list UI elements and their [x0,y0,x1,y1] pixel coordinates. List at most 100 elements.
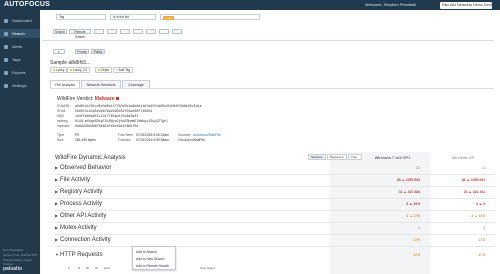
private-toggle[interactable]: Private [75,49,89,54]
menu-add-to-search[interactable]: Add to Search [136,250,157,254]
imphash-value[interactable]: 9b6d2d6e8d6f0e61bfa0c46e2c6bbf0e [75,124,138,128]
paloalto-logo: paloalto [3,266,23,272]
ssdeep-row: ssdeep 6144:mVdqeSDkpT8LRNyxGjNdZSbmm5TeW… [57,119,168,123]
remote-search-button[interactable]: Remote Search [69,29,91,39]
row-mutex-activity[interactable]: ▶ Mutex Activity [55,225,97,231]
sidebar-item-dashboard[interactable]: Dashboard [0,16,40,25]
row-file-activity[interactable]: ▶ File Activity [55,177,90,183]
md5-row: MD5 1d4ffa80a9f1c2217765bd1f5c8d3a4f [57,114,139,118]
sha1-value[interactable]: 5b60c3c41a5e9db79a2e90d34f01ae68f7290e4 [75,109,152,113]
ssdeep-value[interactable]: 6144:mVdqeSDkpT8LRNyxGjNdZSbmm5TeWhpy1Sk… [75,119,168,123]
top-bar: AUTOFOCUS Welcome, Stephen Perciballi Pa… [0,0,500,10]
toolbar-button-5[interactable] [146,29,156,34]
back-icon: ↩ [57,50,61,54]
sidebar: Dashboard Search Alerts Tags Exports Set… [0,10,40,274]
sequence-toggle[interactable]: Sequence [327,154,347,160]
sourced-row: Sourced Autofocus/WildFire [178,133,221,137]
tab-divider [50,88,494,89]
toolbar-button-4[interactable] [133,29,143,34]
md5-value[interactable]: 1d4ffa80a9f1c2217765bd1f5c8d3a4f [75,114,138,118]
toolbar-button-7[interactable] [172,29,182,34]
verdict-heading: WildFire Verdict: Malware [57,96,119,102]
menu-add-to-new-search[interactable]: Add to New Search [136,257,164,261]
legal-links[interactable]: Privacy Policy | Legal Notices [3,258,40,266]
col-hi-1: HI [86,266,89,270]
malware-icon [115,97,119,100]
col-user-agent: User Agent [200,266,215,270]
w7-observed: 32 [416,166,420,170]
tag-zepto[interactable]: Zepto [95,67,113,73]
first-seen-row: First Seen 07/24/2016 5:55:42am [118,133,169,137]
feedback-link[interactable]: Give Feedback [3,248,23,252]
public-toggle[interactable]: Public [91,49,105,54]
tag-dot-icon [98,69,100,71]
row-process-activity[interactable]: ▶ Process Activity [55,201,102,207]
tab-file-analysis[interactable]: File Analysis [50,80,80,88]
toolbar-button-1[interactable] [94,29,104,34]
row-http-requests[interactable]: ▼HTTP Requests [55,252,103,258]
sidebar-item-tags[interactable]: Tags [0,55,40,64]
sidebar-item-label: Dashboard [12,18,32,23]
row-connection-activity[interactable]: ▶ Connection Activity [55,237,111,243]
value-chip[interactable]: Locky [163,15,174,20]
xp-observed: 11 [481,166,485,170]
col-host: Host [104,266,111,270]
row-divider [55,234,495,235]
col-windowsxp: Windows XP [451,155,475,160]
search-operator-select[interactable]: is in the list [110,14,156,20]
alert-icon [4,44,8,49]
search-icon [4,31,8,36]
context-menu: Add to Search Add to New Search Add to R… [132,246,176,270]
toolbar-button-3[interactable] [120,29,130,34]
tag-locky[interactable]: Locky [50,67,68,73]
tag-dot-icon [53,69,55,71]
sidebar-item-label: Search [12,31,25,36]
sections-toggle[interactable]: Sections [308,154,326,160]
sidebar-item-exports[interactable]: Exports [0,68,40,77]
row-observed-behavior[interactable]: ▶ Observed Behavior [55,165,111,171]
row-registry-activity[interactable]: ▶ Registry Activity [55,189,102,195]
xp-file: 81 ▲ 1095 631 [461,178,485,182]
sidebar-item-settings[interactable]: Settings [0,81,40,90]
w7-other-api: 3 ▲ 17 8 [406,214,420,218]
tag-locky-c2[interactable]: Locky_C2 [67,67,91,73]
tree-toggle[interactable]: Tree [348,154,362,160]
sourced-link[interactable]: Autofocus/WildFire [193,133,221,137]
sidebar-item-search[interactable]: Search [0,29,40,38]
sidebar-item-label: Alerts [12,44,23,49]
row-divider [55,174,495,175]
w7-mutex: 3 [418,226,420,230]
toolbar-button-6[interactable] [159,29,169,34]
sha256-value[interactable]: a8d6fd1f6fcd5e3d6b1c7f50d5e1a6b0a11bfa4f… [75,104,202,108]
sample-title: Sample a8d6fd1... [50,60,91,66]
tag-dot-icon [70,69,72,71]
xp-mutex: 3 [483,226,485,230]
sidebar-item-alerts[interactable]: Alerts [0,42,40,51]
size-row: Size 254,496 bytes [57,138,96,142]
w7-file: 95 ▲ 1097 652 [396,178,420,182]
row-divider [55,186,495,187]
search-button[interactable]: Search [53,29,67,34]
sidebar-item-label: Exports [12,70,26,75]
xp-process: 3 ▲ 2 [475,202,485,206]
add-tag-button[interactable]: + Add Tag [113,67,134,73]
tenant-select[interactable]: Palo Alto Networks Demo Device 2 [440,1,492,9]
menu-add-to-remote-search[interactable]: Add to Remote Search [136,264,169,268]
xp-connection: 17 5 [478,238,485,242]
back-button[interactable]: ↩ [53,49,65,54]
row-other-api-activity[interactable]: ▶ Other API Activity [55,213,106,219]
xp-http: 17 5 [478,253,485,257]
dynamic-analysis-title: WildFire Dynamic Analysis [55,155,126,161]
divider [42,40,494,41]
search-value-input[interactable]: Locky [160,14,260,20]
search-field-select[interactable]: Tag [56,14,106,20]
tab-network-sessions[interactable]: Network Sessions [81,80,121,88]
app-logo[interactable]: AUTOFOCUS [4,1,50,8]
row-divider [55,246,495,247]
tab-coverage[interactable]: Coverage [122,80,150,88]
toolbar-button-2[interactable] [107,29,117,34]
welcome-text: Welcome, Stephen Perciballi [365,2,417,7]
export-icon [4,70,8,75]
col-index: # [68,266,70,270]
imphash-row: imphash 9b6d2d6e8d6f0e61bfa0c46e2c6bbf0e [57,124,139,128]
